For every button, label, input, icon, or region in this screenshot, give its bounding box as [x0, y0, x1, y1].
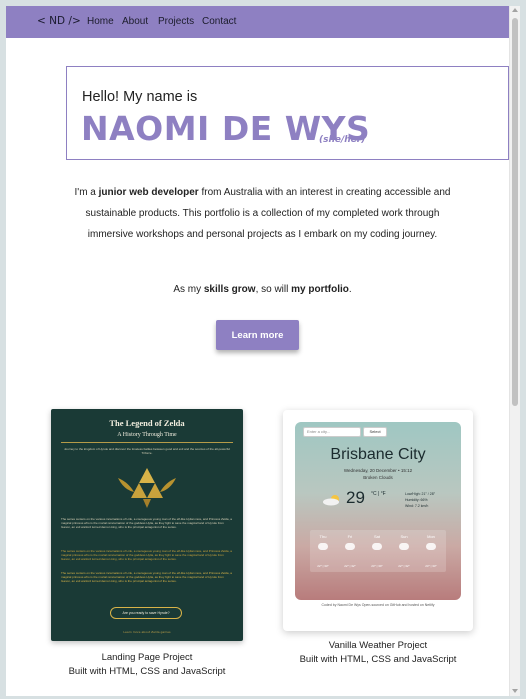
highlight-role: junior web developer: [98, 187, 199, 198]
nav-link-home[interactable]: Home: [87, 16, 114, 27]
project-card-weather[interactable]: Enter a city... Select Brisbane City Wed…: [283, 410, 473, 631]
scroll-up-arrow-icon[interactable]: [512, 8, 518, 12]
city-search-input: Enter a city...: [303, 427, 361, 437]
partly-cloudy-icon: [323, 495, 339, 506]
scroll-thumb[interactable]: [512, 18, 518, 406]
project-tech: Built with HTML, CSS and JavaScript: [299, 654, 457, 665]
forecast-temp: 23° | 30°: [371, 564, 383, 568]
preview-title: The Legend of Zelda: [109, 418, 185, 428]
browser-page: < ND /> Home About Projects Contact Hell…: [6, 6, 509, 696]
nav-link-contact[interactable]: Contact: [202, 16, 236, 27]
project-caption-weather: Vanilla Weather Project Built with HTML,…: [273, 639, 483, 667]
cloud-icon: [426, 543, 436, 550]
cloud-icon: [318, 543, 328, 550]
preview-footer: Learn more about Zelda games: [123, 630, 171, 634]
about-paragraph: I'm a junior web developer from Australi…: [74, 187, 451, 240]
preview-subtitle: A History Through Time: [117, 432, 177, 438]
cloud-icon: [399, 543, 409, 550]
hello-text: Hello! My name is: [82, 89, 198, 105]
project-card-landing-page[interactable]: The Legend of Zelda A History Through Ti…: [51, 409, 243, 641]
scroll-down-arrow-icon[interactable]: [512, 689, 518, 693]
cloud-icon: [372, 543, 382, 550]
forecast-day: Sat: [373, 534, 380, 539]
forecast-temp: 23° | 33°: [425, 564, 437, 568]
forecast-day: Sun: [400, 534, 408, 539]
weather-preview: Enter a city... Select Brisbane City Wed…: [295, 422, 461, 600]
divider: [61, 442, 233, 443]
intro-box: Hello! My name is NAOMI DE WYS (she/her): [66, 66, 509, 160]
project-caption-landing: Landing Page Project Built with HTML, CS…: [41, 651, 253, 679]
navbar: < ND /> Home About Projects Contact: [6, 6, 509, 38]
weather-temp: 29: [346, 488, 365, 507]
weather-city: Brisbane City: [330, 446, 426, 463]
forecast-strip: Thu Fri Sat Sun Mon 22° | 33° 22° | 32° …: [310, 530, 446, 572]
search-button: Select: [363, 427, 387, 437]
site-logo[interactable]: < ND />: [37, 15, 81, 27]
preview-game-list: The series centers on the various incarn…: [61, 571, 232, 583]
pronouns: (she/her): [319, 135, 366, 145]
nav-link-projects[interactable]: Projects: [158, 16, 194, 27]
weather-credit: Coded by Naomi De Wys Open-sourced on Gi…: [321, 603, 435, 607]
weather-description: Broken Clouds: [363, 475, 393, 480]
forecast-day: Mon: [427, 534, 435, 539]
vertical-scrollbar[interactable]: [509, 6, 520, 696]
learn-more-button[interactable]: Learn more: [216, 320, 299, 350]
preview-cta-button: Are you ready to save Hyrule?: [110, 607, 182, 619]
temp-unit-toggle: °C | °F: [371, 491, 386, 497]
project-title: Vanilla Weather Project: [328, 640, 428, 651]
forecast-day: Thu: [319, 534, 327, 539]
triforce-crest-icon: [118, 468, 176, 508]
weather-stats: Low/High: 21° / 28° Humidity: 66% Wind: …: [405, 492, 436, 508]
preview-body-2: The series centers on the various incarn…: [61, 549, 232, 561]
weather-date: Wednesday, 20 December • 15:12: [343, 468, 413, 473]
forecast-temp: 22° | 32°: [344, 564, 356, 568]
project-title: Landing Page Project: [101, 652, 193, 663]
forecast-temp: 22° | 33°: [317, 564, 329, 568]
project-tech: Built with HTML, CSS and JavaScript: [68, 666, 226, 677]
preview-intro: Journey to the kingdom of Hyrule and dis…: [64, 447, 230, 455]
preview-body: The series centers on the various incarn…: [61, 517, 232, 529]
nav-link-about[interactable]: About: [122, 16, 148, 27]
forecast-temp: 22° | 32°: [398, 564, 410, 568]
cloud-icon: [345, 543, 355, 550]
about-paragraph-2: As my skills grow, so will my portfolio.: [173, 284, 352, 295]
forecast-day: Fri: [347, 534, 353, 539]
